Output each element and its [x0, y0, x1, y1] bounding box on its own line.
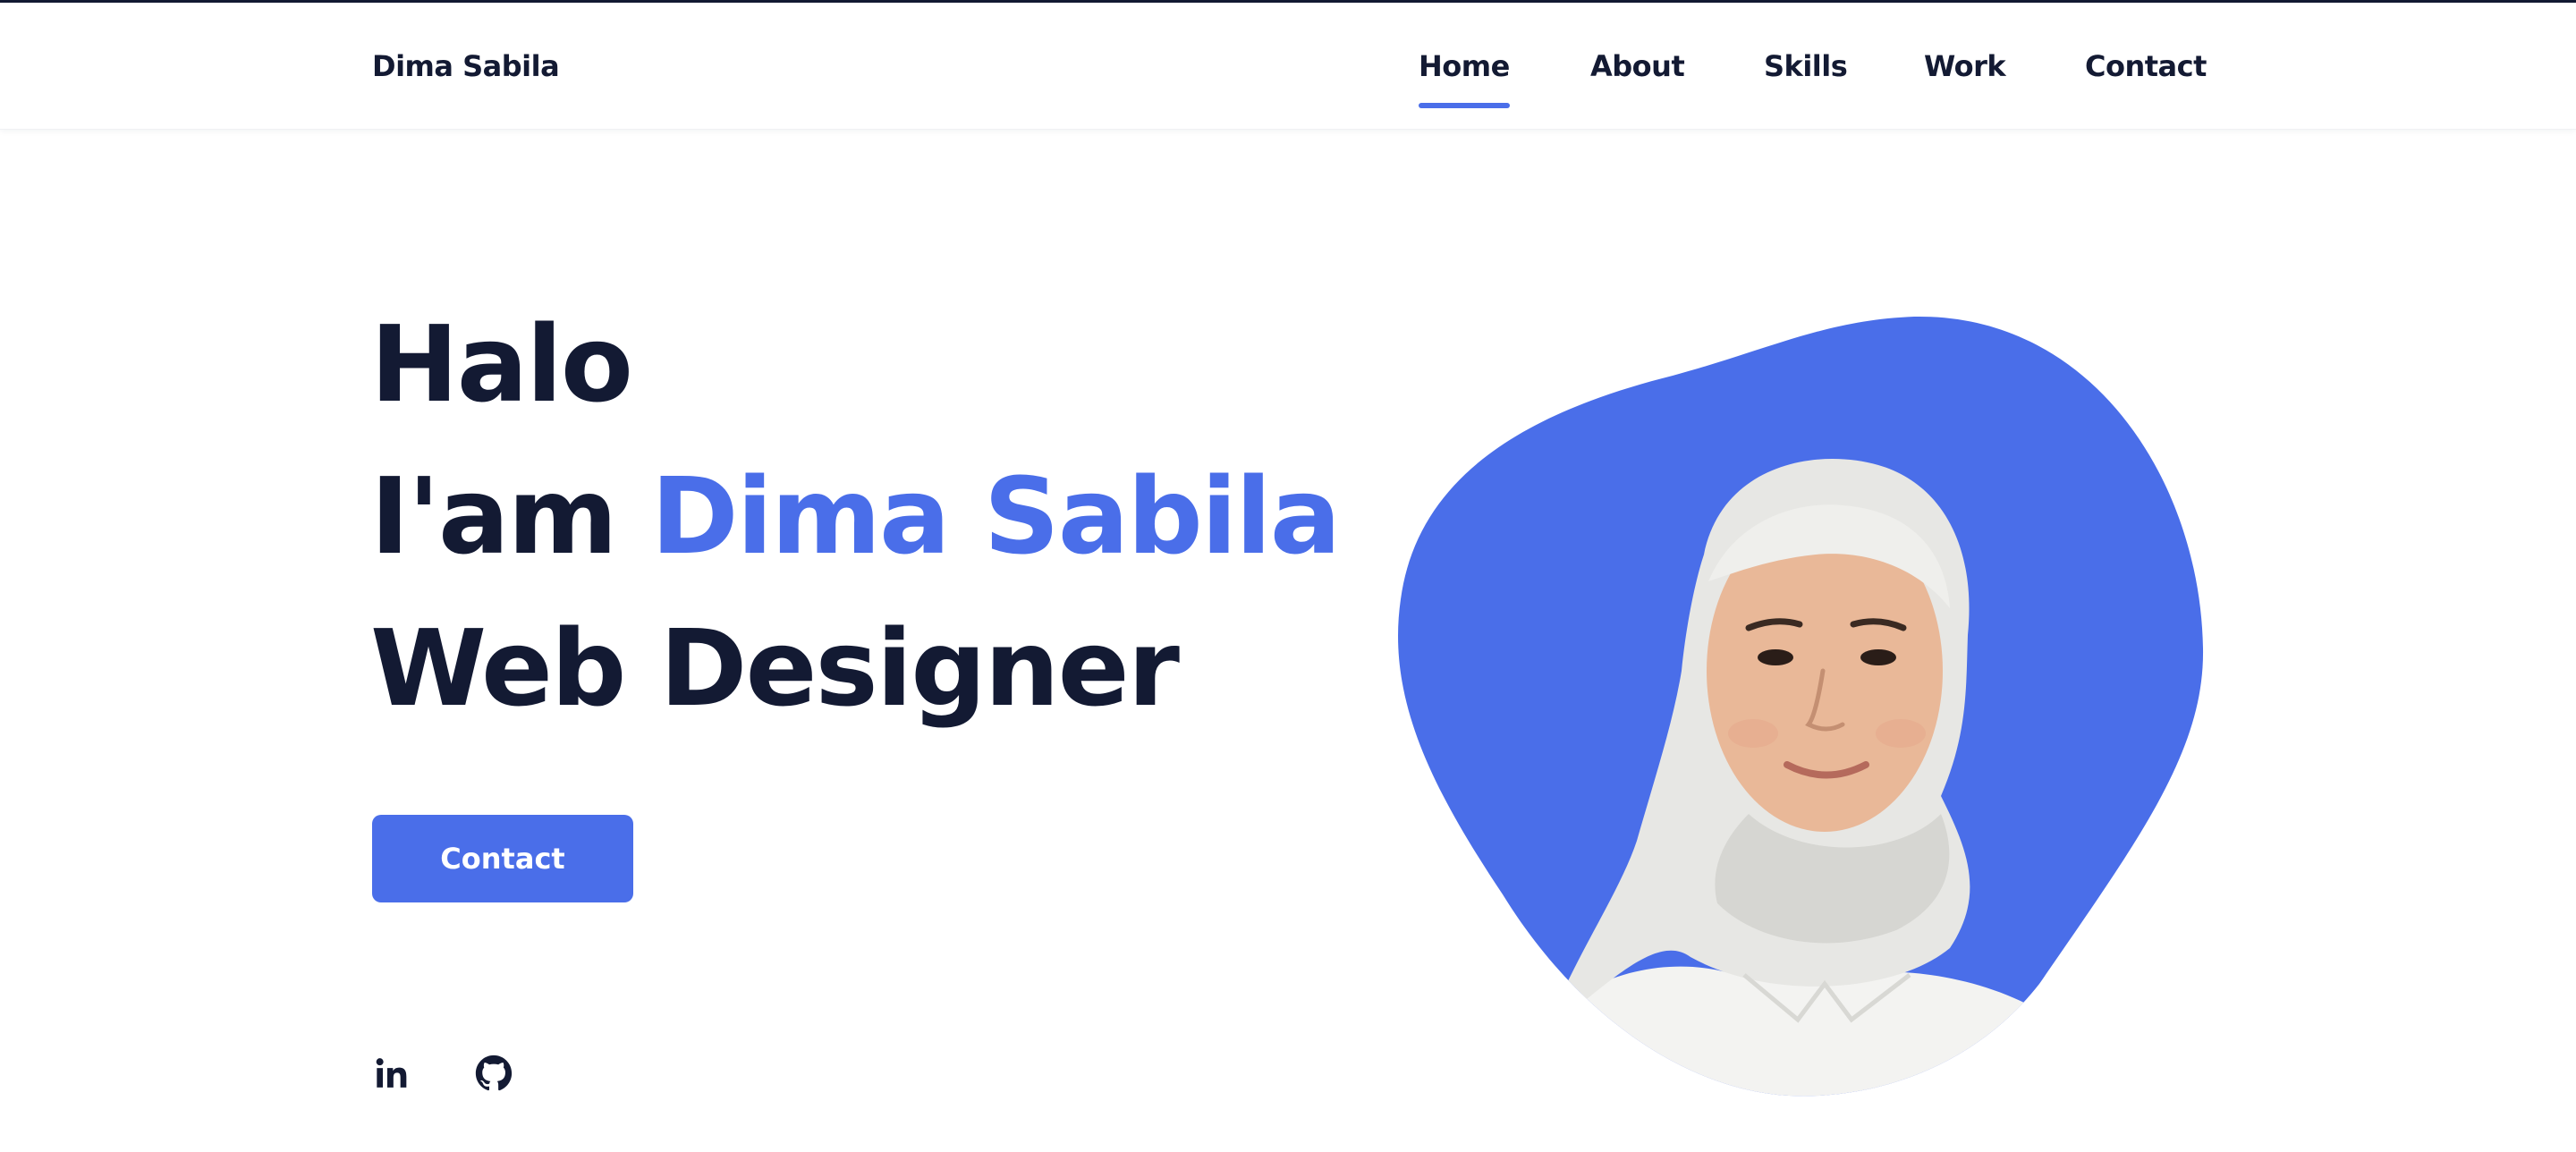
hero-name: Dima Sabila: [650, 454, 1342, 578]
linkedin-icon[interactable]: [372, 1054, 411, 1093]
hero-role: Web Designer: [370, 606, 1180, 730]
nav-item-label: Contact: [2085, 49, 2207, 83]
portrait-illustration: [1398, 316, 2204, 1097]
hero-intro: I'am Dima Sabila: [370, 463, 1341, 569]
linkedin-glyph: [376, 1058, 407, 1088]
nav-item-label: Skills: [1764, 49, 1848, 83]
hero-greeting: Halo: [370, 302, 633, 426]
main-nav: Home About Skills Work Contact: [0, 49, 2576, 108]
active-indicator: [1419, 103, 1510, 108]
nav-item-work[interactable]: Work: [1924, 49, 2006, 83]
hero-portrait: [1395, 313, 2209, 1100]
contact-button[interactable]: Contact: [372, 815, 633, 902]
hero-intro-prefix: I'am: [370, 454, 651, 578]
nav-item-skills[interactable]: Skills: [1764, 49, 1848, 83]
nav-item-about[interactable]: About: [1590, 49, 1685, 83]
site-header: Dima Sabila Home About Skills Work Conta…: [0, 3, 2576, 130]
nav-item-label: About: [1590, 49, 1685, 83]
github-glyph: [475, 1055, 513, 1091]
nav-item-home[interactable]: Home: [1419, 49, 1510, 108]
github-icon[interactable]: [474, 1054, 513, 1093]
nav-item-contact[interactable]: Contact: [2085, 49, 2207, 83]
nav-item-label: Home: [1419, 49, 1510, 83]
nav-item-label: Work: [1924, 49, 2006, 83]
